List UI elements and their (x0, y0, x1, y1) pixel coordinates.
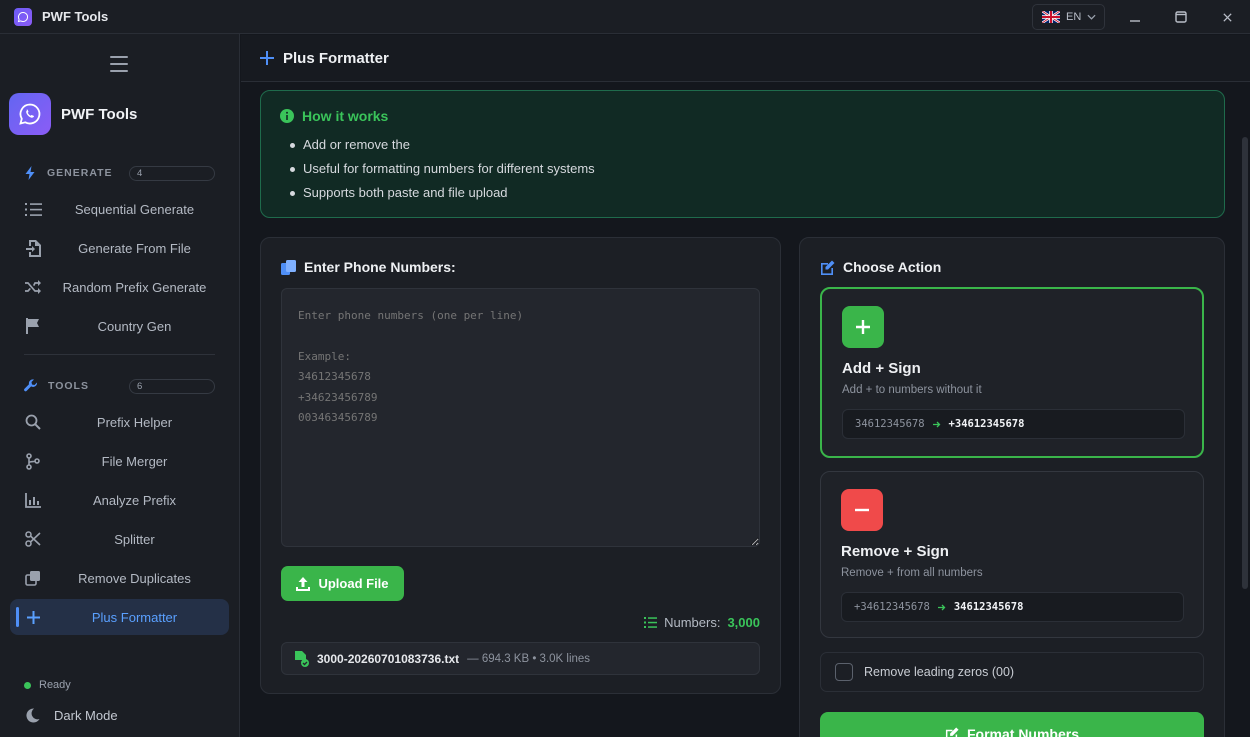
plus-icon (24, 608, 42, 626)
sidebar-item-plus-formatter[interactable]: Plus Formatter (10, 599, 229, 635)
whatsapp-logo-icon (9, 93, 51, 135)
uploaded-file-row: 3000-20260701083736.txt — 694.3 KB • 3.0… (281, 642, 760, 675)
list-ordered-icon (24, 200, 42, 218)
sidebar-item-random-prefix-generate[interactable]: Random Prefix Generate (10, 269, 229, 305)
status-indicator: Ready (24, 679, 71, 691)
status-dot (24, 681, 31, 689)
remove-sign-description: Remove + from all numbers (841, 567, 983, 579)
bar-chart-icon (24, 491, 42, 509)
language-code: EN (1066, 11, 1082, 23)
chevron-down-icon (1087, 14, 1096, 20)
sidebar-divider (24, 354, 215, 355)
file-name: 3000-20260701083736.txt (317, 651, 460, 666)
section-count-badge: 6 (129, 378, 215, 394)
code-branch-icon (24, 452, 42, 470)
action-card: Choose Action Add + Sign Add + to number… (799, 237, 1225, 737)
window-title: PWF Tools (42, 9, 109, 24)
section-label: TOOLS (48, 380, 89, 392)
sidebar-item-sequential-generate[interactable]: Sequential Generate (10, 191, 229, 227)
sidebar-item-analyze-prefix[interactable]: Analyze Prefix (10, 482, 229, 518)
minimize-button[interactable] (1126, 8, 1144, 26)
list-item: Useful for formatting numbers for differ… (290, 160, 595, 184)
plus-icon (260, 51, 274, 65)
remove-sign-title: Remove + Sign (841, 543, 949, 560)
input-card: Enter Phone Numbers: Upload File Numbers… (260, 237, 781, 694)
how-it-works-list: Add or remove the Useful for formatting … (290, 136, 595, 208)
numbers-value: 3,000 (727, 615, 760, 630)
input-card-title: Enter Phone Numbers: (281, 259, 456, 275)
brand-name: PWF Tools (61, 105, 138, 123)
section-generate-header: GENERATE 4 (24, 165, 216, 181)
sidebar-item-remove-duplicates[interactable]: Remove Duplicates (10, 560, 229, 596)
wrench-icon (24, 379, 38, 392)
list-item: Add or remove the (290, 136, 595, 160)
add-sign-description: Add + to numbers without it (842, 384, 982, 396)
scrollbar[interactable] (1242, 137, 1248, 589)
file-check-icon (295, 650, 309, 667)
maximize-button[interactable] (1172, 8, 1190, 26)
flag-icon (24, 317, 42, 335)
app-icon (14, 7, 32, 26)
sidebar-item-generate-from-file[interactable]: Generate From File (10, 230, 229, 266)
add-sign-title: Add + Sign (842, 360, 921, 377)
sidebar-item-country-gen[interactable]: Country Gen (10, 308, 229, 344)
section-count-badge: 4 (129, 165, 215, 181)
close-button[interactable] (1218, 8, 1236, 26)
format-numbers-button[interactable]: Format Numbers (820, 712, 1204, 737)
page-title: Plus Formatter (283, 49, 389, 67)
phone-numbers-textarea[interactable] (281, 288, 760, 547)
minus-icon (841, 489, 883, 531)
info-icon (280, 109, 294, 123)
add-plus-icon (842, 306, 884, 348)
remove-sign-example: +34612345678 34612345678 (841, 592, 1184, 622)
how-it-works-title: How it works (280, 108, 388, 124)
dark-mode-toggle[interactable]: Dark Mode (26, 708, 118, 723)
sidebar: PWF Tools GENERATE 4 Sequential Generate… (0, 34, 240, 737)
edit-icon (945, 727, 959, 737)
numbers-label: Numbers: (664, 615, 721, 630)
uk-flag-icon (1042, 11, 1060, 23)
upload-icon (296, 576, 311, 591)
remove-leading-zeros-option[interactable]: Remove leading zeros (00) (820, 652, 1204, 692)
copy-icon (24, 569, 42, 587)
menu-icon[interactable] (110, 56, 128, 72)
add-sign-example: 34612345678 +34612345678 (842, 409, 1185, 439)
language-selector[interactable]: EN (1032, 4, 1105, 30)
arrow-right-icon (932, 421, 940, 427)
clipboard-copy-icon (281, 259, 296, 275)
action-card-title: Choose Action (820, 259, 941, 275)
section-tools-header: TOOLS 6 (24, 378, 216, 394)
checkbox-label: Remove leading zeros (00) (864, 665, 1015, 679)
how-it-works-panel: How it works Add or remove the Useful fo… (260, 90, 1225, 218)
scissors-icon (24, 530, 42, 548)
status-text: Ready (39, 679, 71, 691)
brand: PWF Tools (9, 93, 137, 135)
moon-icon (26, 708, 40, 723)
sidebar-item-prefix-helper[interactable]: Prefix Helper (10, 404, 229, 440)
numbers-count: Numbers: 3,000 (644, 615, 760, 630)
title-bar: PWF Tools EN (0, 0, 1250, 34)
file-import-icon (24, 239, 42, 257)
arrow-right-icon (937, 604, 946, 610)
add-sign-option[interactable]: Add + Sign Add + to numbers without it 3… (820, 287, 1204, 458)
remove-leading-zeros-checkbox[interactable] (835, 663, 853, 681)
shuffle-icon (24, 278, 42, 296)
sidebar-item-splitter[interactable]: Splitter (10, 521, 229, 557)
dark-mode-label: Dark Mode (54, 708, 118, 723)
remove-sign-option[interactable]: Remove + Sign Remove + from all numbers … (820, 471, 1204, 638)
page-header: Plus Formatter (241, 35, 1250, 82)
upload-file-button[interactable]: Upload File (281, 566, 404, 601)
file-meta: — 694.3 KB • 3.0K lines (467, 652, 591, 665)
lightning-icon (25, 166, 35, 180)
edit-icon (821, 260, 835, 275)
sidebar-item-file-merger[interactable]: File Merger (10, 443, 229, 479)
list-icon (644, 617, 658, 628)
search-icon (24, 413, 42, 431)
section-label: GENERATE (47, 167, 113, 179)
list-item: Supports both paste and file upload (290, 184, 595, 208)
